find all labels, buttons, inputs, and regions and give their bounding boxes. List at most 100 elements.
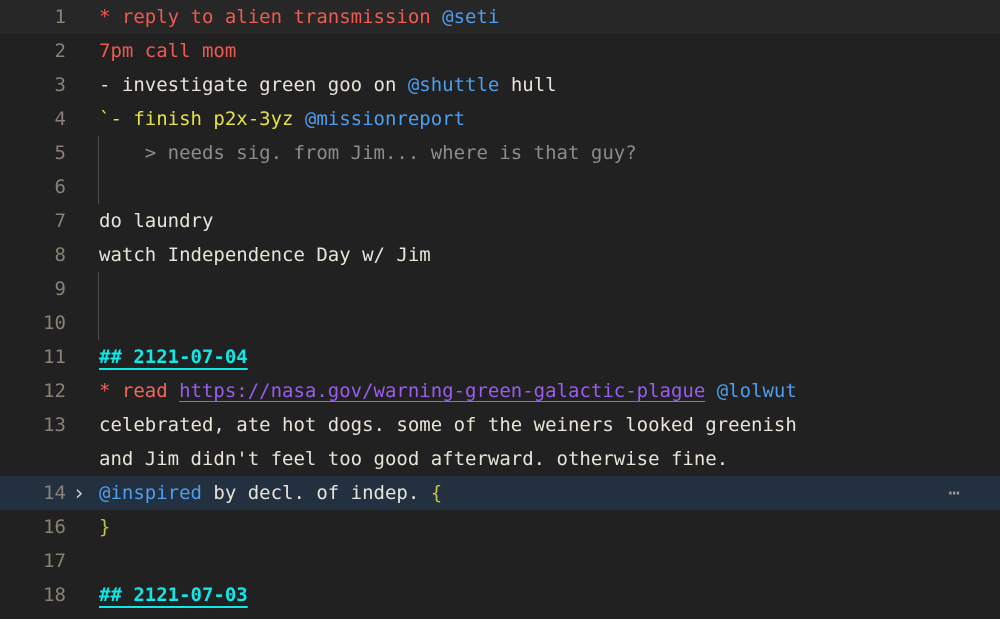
fold-gutter-spacer [66, 510, 92, 544]
line-number: 1 [54, 6, 66, 28]
line-content[interactable]: `- finish p2x-3yz @missionreport [92, 102, 1000, 136]
code-token: hull [499, 74, 557, 96]
chevron-right-icon: › [72, 481, 86, 505]
line-number: 8 [54, 244, 66, 266]
editor-line[interactable]: 18 ## 2121-07-03 [0, 578, 1000, 612]
line-number [0, 442, 66, 476]
code-token: @missionreport [304, 108, 466, 130]
fold-gutter-spacer [66, 238, 92, 272]
fold-gutter-spacer [66, 374, 92, 408]
indent-guide [98, 170, 99, 204]
line-number: 3 [54, 74, 66, 96]
editor-line[interactable]: 7 do laundry [0, 204, 1000, 238]
code-token: > needs sig. from Jim... where is that g… [99, 142, 637, 164]
editor-line[interactable]: 10 [0, 306, 1000, 340]
line-content[interactable]: celebrated, ate hot dogs. some of the we… [92, 408, 1000, 442]
code-token: celebrated, ate hot dogs. some of the we… [99, 414, 797, 436]
editor-line[interactable]: 3 - investigate green goo on @shuttle hul… [0, 68, 1000, 102]
fold-gutter-spacer [66, 68, 92, 102]
line-number: 12 [43, 380, 66, 402]
line-number: 4 [54, 108, 66, 130]
editor-line[interactable]: 4 `- finish p2x-3yz @missionreport [0, 102, 1000, 136]
editor-line[interactable]: 2 7pm call mom [0, 34, 1000, 68]
line-content[interactable] [92, 170, 1000, 204]
code-token: @shuttle [407, 74, 500, 96]
editor-line[interactable]: 1 * reply to alien transmission @seti [0, 0, 1000, 34]
line-content[interactable]: * reply to alien transmission @seti [92, 0, 1000, 34]
line-number: 13 [43, 414, 66, 436]
line-content[interactable]: do laundry [92, 204, 1000, 238]
line-content[interactable]: @inspired by decl. of indep. {⋯ [92, 476, 1000, 510]
fold-gutter-spacer [66, 34, 92, 68]
line-content[interactable]: } [92, 510, 1000, 544]
code-token: ## 2121-07-04 [99, 346, 248, 368]
code-token[interactable]: https://nasa.gov/warning-green-galactic-… [179, 380, 705, 402]
line-number: 11 [43, 346, 66, 368]
line-content[interactable]: * read https://nasa.gov/warning-green-ga… [92, 374, 1000, 408]
line-number: 17 [43, 550, 66, 572]
line-content[interactable] [92, 306, 1000, 340]
indent-guide [98, 306, 99, 340]
fold-gutter-spacer [66, 170, 92, 204]
line-number: 10 [43, 312, 66, 334]
fold-chevron-icon[interactable]: › [66, 476, 92, 510]
editor-line[interactable]: 5 > needs sig. from Jim... where is that… [0, 136, 1000, 170]
editor-rows: 1 * reply to alien transmission @seti 2 7pm… [0, 0, 1000, 612]
editor-line[interactable]: 13 celebrated, ate hot dogs. some of the … [0, 408, 1000, 442]
line-number: 7 [54, 210, 66, 232]
fold-gutter-spacer [66, 408, 92, 442]
code-token: * read [99, 380, 180, 402]
indent-guide [98, 272, 99, 306]
line-content[interactable]: ## 2121-07-03 [92, 578, 1000, 612]
line-number: 14 [43, 482, 66, 504]
line-number: 2 [54, 40, 66, 62]
line-number: 5 [54, 142, 66, 164]
line-number: 6 [54, 176, 66, 198]
editor-line[interactable]: 17 [0, 544, 1000, 578]
text-editor[interactable]: 1 * reply to alien transmission @seti 2 7pm… [0, 0, 1000, 619]
fold-gutter-spacer [66, 442, 92, 476]
line-content[interactable] [92, 272, 1000, 306]
editor-line[interactable]: 16} [0, 510, 1000, 544]
fold-gutter-spacer [66, 136, 92, 170]
line-content[interactable]: 7pm call mom [92, 34, 1000, 68]
fold-gutter-spacer [66, 544, 92, 578]
code-token: and Jim didn't feel too good afterward. … [99, 448, 729, 470]
editor-line[interactable]: 11 ## 2121-07-04 [0, 340, 1000, 374]
code-token: @inspired [99, 482, 202, 504]
fold-gutter-spacer [66, 102, 92, 136]
code-token: * reply to alien transmission [99, 6, 443, 28]
editor-line[interactable]: 12 * read https://nasa.gov/warning-green-… [0, 374, 1000, 408]
line-number: 18 [43, 584, 66, 606]
editor-line[interactable]: 14 › @inspired by decl. of indep. {⋯ [0, 476, 1000, 510]
fold-gutter-spacer [66, 306, 92, 340]
code-token: do laundry [99, 210, 214, 232]
code-token: } [99, 516, 111, 538]
line-content[interactable]: and Jim didn't feel too good afterward. … [92, 442, 1000, 476]
editor-line[interactable]: 6 [0, 170, 1000, 204]
code-token: `- finish p2x-3yz [99, 108, 305, 130]
line-content[interactable]: ## 2121-07-04 [92, 340, 1000, 374]
code-token: - investigate green goo on [99, 74, 408, 96]
editor-line[interactable]: 8 watch Independence Day w/ Jim [0, 238, 1000, 272]
line-number: 9 [54, 278, 66, 300]
code-token: @lolwut [716, 380, 797, 402]
fold-gutter-spacer [66, 272, 92, 306]
code-token: @seti [442, 6, 500, 28]
indent-guide [98, 136, 99, 170]
fold-gutter-spacer [66, 340, 92, 374]
line-content[interactable] [92, 544, 1000, 578]
line-content[interactable]: - investigate green goo on @shuttle hull [92, 68, 1000, 102]
line-number: 16 [43, 516, 66, 538]
editor-line[interactable]: and Jim didn't feel too good afterward. … [0, 442, 1000, 476]
code-token: watch Independence Day w/ Jim [99, 244, 431, 266]
code-token: by decl. of indep. [201, 482, 431, 504]
code-token: 7pm call mom [99, 40, 237, 62]
fold-gutter-spacer [66, 204, 92, 238]
line-content[interactable]: > needs sig. from Jim... where is that g… [92, 136, 1000, 170]
editor-line[interactable]: 9 [0, 272, 1000, 306]
line-content[interactable]: watch Independence Day w/ Jim [92, 238, 1000, 272]
folded-code-ellipsis[interactable]: ⋯ [949, 476, 962, 510]
fold-gutter-spacer [66, 0, 92, 34]
